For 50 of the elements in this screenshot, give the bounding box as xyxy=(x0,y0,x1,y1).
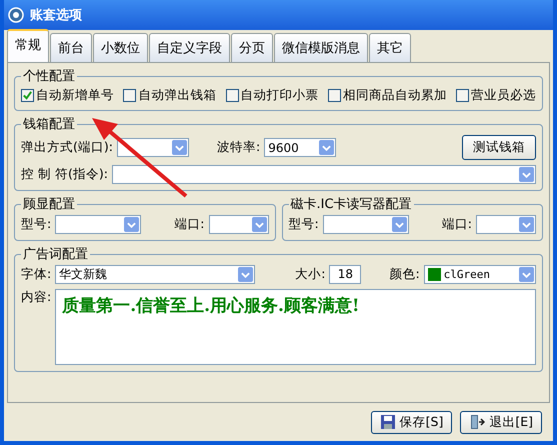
exit-button[interactable]: 退出[E] xyxy=(460,410,542,434)
field-label: 型号: xyxy=(21,216,52,233)
save-button[interactable]: 保存[S] xyxy=(370,410,452,434)
port-dropdown[interactable] xyxy=(208,215,268,234)
field-label: 型号: xyxy=(288,216,319,233)
checkbox-label: 自动打印小票 xyxy=(240,87,318,104)
tab[interactable]: 微信模版消息 xyxy=(274,33,368,62)
app-icon xyxy=(8,7,24,23)
checkbox-label: 相同商品自动累加 xyxy=(342,87,447,104)
field-label: 颜色: xyxy=(389,266,420,283)
checkbox-label: 自动新增单号 xyxy=(36,87,114,104)
checkbox-label: 自动弹出钱箱 xyxy=(138,87,216,104)
checkbox[interactable] xyxy=(456,89,469,102)
model-dropdown[interactable] xyxy=(322,215,409,234)
group-title: 个性配置 xyxy=(22,68,76,85)
field-label: 控 制 符(指令): xyxy=(21,166,108,183)
control-code-dropdown[interactable] xyxy=(112,165,536,184)
group-title: 钱箱配置 xyxy=(22,116,76,133)
port-dropdown[interactable] xyxy=(476,215,536,234)
tab[interactable]: 前台 xyxy=(50,33,92,62)
field-label: 端口: xyxy=(442,216,472,233)
field-label: 内容: xyxy=(21,289,52,306)
field-label: 弹出方式(端口): xyxy=(21,139,113,156)
tab[interactable]: 分页 xyxy=(231,33,273,62)
test-drawer-button[interactable]: 测试钱箱 xyxy=(462,135,536,160)
checkbox[interactable] xyxy=(226,89,238,102)
tab[interactable]: 小数位 xyxy=(93,33,148,62)
font-dropdown[interactable]: 华文新魏 xyxy=(55,265,256,284)
door-exit-icon xyxy=(469,414,486,430)
baud-rate-dropdown[interactable]: 9600 xyxy=(264,138,336,157)
content-textarea[interactable]: 质量第一.信誉至上.用心服务.顾客满意! xyxy=(55,289,536,365)
color-dropdown[interactable]: clGreen xyxy=(424,265,536,284)
tab[interactable]: 自定义字段 xyxy=(149,33,230,62)
field-label: 波特率: xyxy=(216,139,260,156)
group-title: 顾显配置 xyxy=(22,196,76,213)
port-dropdown[interactable] xyxy=(116,138,189,157)
group-title: 磁卡.IC卡读写器配置 xyxy=(290,196,413,213)
field-label: 字体: xyxy=(21,266,52,283)
size-input[interactable]: 18 xyxy=(329,265,362,284)
model-dropdown[interactable] xyxy=(55,215,142,234)
tab[interactable]: 常规 xyxy=(7,29,49,62)
checkbox[interactable] xyxy=(123,89,136,102)
checkbox-label: 营业员必选 xyxy=(471,87,536,104)
checkbox[interactable] xyxy=(21,89,34,102)
group-title: 广告词配置 xyxy=(22,246,89,263)
tab[interactable]: 其它 xyxy=(369,33,411,62)
checkbox[interactable] xyxy=(328,89,341,102)
field-label: 大小: xyxy=(295,266,326,283)
field-label: 端口: xyxy=(174,216,204,233)
window-title: 账套选项 xyxy=(30,7,82,24)
